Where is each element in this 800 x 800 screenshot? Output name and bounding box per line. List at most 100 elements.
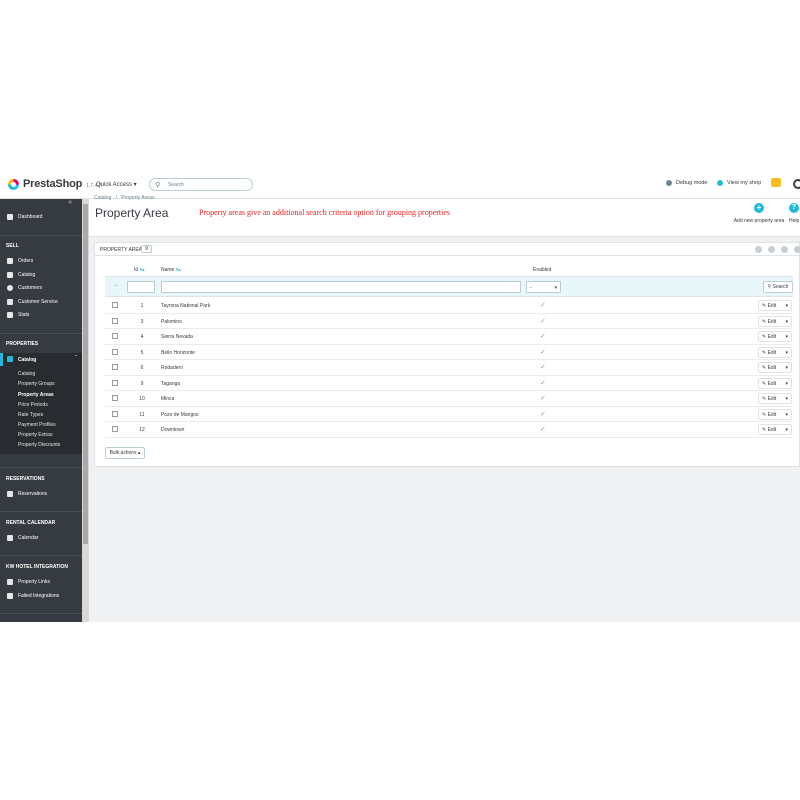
section-rental-calendar: RENTAL CALENDAR xyxy=(6,520,56,526)
row-id: 5 xyxy=(140,349,144,356)
sidebar-item-calendar[interactable]: Calendar xyxy=(0,535,82,541)
caret-down-icon[interactable]: ▾ xyxy=(785,350,788,356)
sidebar-item-orders[interactable]: Orders xyxy=(0,258,82,264)
table-row[interactable]: 1 Tayrona National Park ✓ ✎ Edit ▾ xyxy=(105,298,793,314)
sidebar-item-catalog[interactable]: Catalog xyxy=(0,272,82,278)
column-header-name[interactable]: Name ▾▴ xyxy=(161,267,181,273)
scrollbar-thumb[interactable] xyxy=(83,204,88,544)
row-name: Sierra Nevada xyxy=(161,334,193,340)
edit-button[interactable]: ✎ Edit ▾ xyxy=(758,408,792,420)
table-row[interactable]: 5 Bello Horizonte ✓ ✎ Edit ▾ xyxy=(105,345,793,360)
sql-query-icon[interactable] xyxy=(781,246,788,253)
submenu-item-rate-types[interactable]: Rate Types xyxy=(18,412,43,418)
caret-down-icon[interactable]: ▾ xyxy=(785,412,788,418)
employee-avatar-icon[interactable] xyxy=(793,179,800,189)
row-checkbox[interactable] xyxy=(112,364,118,370)
check-icon[interactable]: ✓ xyxy=(540,363,546,371)
sidebar-item-customer-service[interactable]: Customer Service xyxy=(0,299,82,305)
refresh-icon[interactable] xyxy=(768,246,775,253)
cart-icon xyxy=(7,258,13,264)
table-row[interactable]: 3 Palomino ✓ ✎ Edit ▾ xyxy=(105,314,793,329)
bulk-actions-button[interactable]: Bulk actions ▴ xyxy=(105,447,145,459)
filter-search-button[interactable]: ⚲ Search xyxy=(763,281,793,293)
check-icon[interactable]: ✓ xyxy=(540,379,546,387)
check-icon[interactable]: ✓ xyxy=(540,332,546,340)
table-row[interactable]: 6 Rodadero ✓ ✎ Edit ▾ xyxy=(105,360,793,376)
debug-mode-link[interactable]: Debug mode xyxy=(666,180,708,186)
add-new-property-area-button[interactable]: + Add new property area xyxy=(729,203,789,224)
export-icon[interactable] xyxy=(794,246,800,253)
sort-arrows-icon[interactable]: ▾▴ xyxy=(140,267,145,273)
edit-button[interactable]: ✎ Edit ▾ xyxy=(758,346,792,358)
submenu-item-price-periods[interactable]: Price Periods xyxy=(18,402,48,408)
row-checkbox[interactable] xyxy=(112,348,118,355)
column-header-id[interactable]: Id ▾▴ xyxy=(134,267,145,273)
filter-name-input[interactable] xyxy=(161,281,521,293)
edit-button[interactable]: ✎ Edit ▾ xyxy=(758,393,792,404)
submenu-item-property-extras[interactable]: Property Extras xyxy=(18,432,52,438)
check-icon[interactable]: ✓ xyxy=(540,425,546,433)
edit-button[interactable]: ✎ Edit ▾ xyxy=(758,424,792,435)
edit-button[interactable]: ✎ Edit ▾ xyxy=(758,331,792,342)
quick-access-dropdown[interactable]: Quick Access ▾ xyxy=(96,181,137,188)
store-icon xyxy=(7,272,13,278)
sidebar-scrollbar[interactable] xyxy=(82,199,89,622)
row-checkbox[interactable] xyxy=(112,333,118,339)
sidebar-item-property-links[interactable]: Property Links xyxy=(0,579,82,585)
row-checkbox[interactable] xyxy=(112,410,118,417)
table-row[interactable]: 4 Sierra Nevada ✓ ✎ Edit ▾ xyxy=(105,329,793,345)
question-circle-icon: ? xyxy=(789,203,799,213)
row-checkbox[interactable] xyxy=(112,302,118,308)
sidebar-item-stats[interactable]: Stats xyxy=(0,312,82,318)
header-search-input[interactable]: ⚲ Search xyxy=(149,178,253,191)
submenu-item-property-discounts[interactable]: Property Discounts xyxy=(18,442,60,448)
sidebar-item-dashboard[interactable]: Dashboard xyxy=(0,214,82,220)
notifications-gift-icon[interactable] xyxy=(771,178,781,187)
caret-down-icon[interactable]: ▾ xyxy=(785,319,788,325)
table-row[interactable]: 10 Minca ✓ ✎ Edit ▾ xyxy=(105,391,793,407)
submenu-item-property-groups[interactable]: Property Groups xyxy=(18,381,55,387)
caret-down-icon[interactable]: ▾ xyxy=(785,381,788,387)
edit-button[interactable]: ✎ Edit ▾ xyxy=(758,300,792,311)
edit-button[interactable]: ✎ Edit ▾ xyxy=(758,315,792,327)
row-checkbox[interactable] xyxy=(112,379,118,386)
row-checkbox[interactable] xyxy=(112,317,118,324)
caret-down-icon[interactable]: ▾ xyxy=(785,303,788,309)
check-icon[interactable]: ✓ xyxy=(540,394,546,402)
view-shop-label: View my shop xyxy=(727,180,762,186)
table-row[interactable]: 12 Downtown ✓ ✎ Edit ▾ xyxy=(105,422,793,438)
caret-down-icon[interactable]: ▾ xyxy=(785,396,788,402)
table-row[interactable]: 11 Pozo de Mangos ✓ ✎ Edit ▾ xyxy=(105,407,793,422)
view-shop-link[interactable]: View my shop xyxy=(717,180,761,186)
sort-arrows-icon[interactable]: ▾▴ xyxy=(176,267,181,273)
pencil-icon: ✎ xyxy=(762,396,767,402)
sidebar-item-reservations[interactable]: Reservations xyxy=(0,491,82,497)
filter-id-input[interactable] xyxy=(127,281,155,293)
sidebar-item-catalog-active[interactable]: Catalog ˆ xyxy=(0,353,82,366)
check-icon[interactable]: ✓ xyxy=(540,410,546,418)
help-button[interactable]: ? Help xyxy=(789,203,800,224)
check-icon[interactable]: ✓ xyxy=(540,301,546,309)
sidebar-item-customers[interactable]: Customers xyxy=(0,285,82,291)
sidebar-item-failed-integrations[interactable]: Failed Integrations xyxy=(0,593,82,599)
add-circle-icon[interactable] xyxy=(755,246,762,253)
submenu-item-payment-profiles[interactable]: Payment Profiles xyxy=(18,422,56,428)
check-icon[interactable]: ✓ xyxy=(540,348,546,356)
edit-button[interactable]: ✎ Edit ▾ xyxy=(758,377,792,389)
row-checkbox[interactable] xyxy=(112,395,118,401)
prestashop-logo[interactable]: PrestaShop 1.7.4.2 xyxy=(8,178,101,190)
caret-down-icon[interactable]: ▾ xyxy=(785,427,788,433)
help-label: Help xyxy=(789,218,800,224)
double-chevron-left-icon[interactable]: « xyxy=(68,199,72,206)
check-icon[interactable]: ✓ xyxy=(540,317,546,325)
table-row[interactable]: 9 Taganga ✓ ✎ Edit ▾ xyxy=(105,376,793,391)
edit-button[interactable]: ✎ Edit ▾ xyxy=(758,362,792,373)
caret-down-icon[interactable]: ▾ xyxy=(785,334,788,340)
caret-down-icon[interactable]: ▾ xyxy=(785,365,788,371)
submenu-item-property-areas[interactable]: Property Areas xyxy=(18,392,54,398)
submenu-item-catalog[interactable]: Catalog xyxy=(18,371,35,377)
breadcrumb-root[interactable]: Catalog xyxy=(94,195,111,201)
row-checkbox[interactable] xyxy=(112,426,118,432)
filter-enabled-select[interactable]: - ▾ xyxy=(526,281,561,293)
search-icon: ⚲ xyxy=(767,284,772,290)
